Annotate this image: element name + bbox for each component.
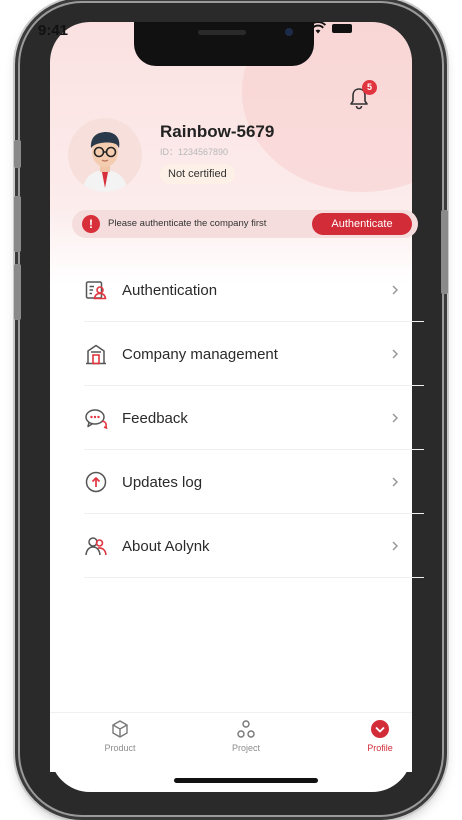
tab-product[interactable]: Product	[80, 713, 160, 773]
bottom-tab-bar: Product Project Profile	[50, 712, 412, 772]
menu-item-authentication[interactable]: Authentication	[84, 258, 424, 322]
arrow-up-circle-icon	[85, 471, 107, 493]
menu-item-label: About Aolynk	[122, 538, 210, 555]
menu-item-label: Updates log	[122, 474, 203, 491]
chevron-right-icon	[392, 541, 399, 551]
speaker-grille	[198, 30, 246, 35]
chevron-right-icon	[392, 349, 399, 359]
chevron-right-icon	[392, 477, 399, 487]
mute-switch	[14, 140, 21, 168]
chevron-right-icon	[392, 285, 399, 295]
tab-label: Product	[104, 743, 136, 753]
tab-profile[interactable]: Profile	[340, 713, 420, 773]
cube-icon	[112, 720, 128, 738]
users-icon	[85, 537, 107, 556]
menu-item-label: Authentication	[122, 282, 218, 299]
notification-badge: 5	[362, 80, 377, 95]
username: Rainbow-5679	[160, 122, 275, 141]
building-icon	[86, 344, 106, 365]
power-button	[441, 210, 448, 294]
home-indicator[interactable]	[174, 778, 318, 783]
menu-item-updates-log[interactable]: Updates log	[84, 450, 424, 514]
tab-project[interactable]: Project	[206, 713, 286, 773]
warning-icon: !	[82, 215, 100, 233]
profile-menu: Authentication Company management Feedba…	[84, 258, 424, 578]
avatar-illustration	[82, 132, 128, 192]
authenticate-button[interactable]: Authenticate	[312, 213, 412, 235]
avatar[interactable]	[68, 118, 142, 192]
profile-circle-icon	[371, 720, 389, 738]
status-time: 9:41	[38, 22, 69, 39]
tab-label: Profile	[367, 743, 393, 753]
chat-bubble-icon	[85, 409, 108, 430]
volume-up-button	[14, 196, 21, 252]
notch	[134, 22, 314, 66]
nodes-icon	[237, 720, 255, 738]
tab-label: Project	[231, 743, 260, 753]
front-camera	[285, 28, 293, 36]
menu-item-label: Feedback	[122, 410, 188, 427]
certification-status-badge: Not certified	[160, 164, 235, 184]
chevron-right-icon	[392, 413, 399, 423]
menu-item-feedback[interactable]: Feedback	[84, 386, 424, 450]
authentication-alert: ! Please authenticate the company first …	[72, 210, 418, 238]
alert-message: Please authenticate the company first	[108, 218, 267, 229]
id-card-icon	[85, 281, 107, 300]
volume-down-button	[14, 264, 21, 320]
battery-icon	[332, 23, 352, 33]
menu-item-about-aolynk[interactable]: About Aolynk	[84, 514, 424, 578]
menu-item-company-management[interactable]: Company management	[84, 322, 424, 386]
menu-item-label: Company management	[122, 346, 278, 363]
user-id: ID：1234567890	[160, 147, 229, 157]
